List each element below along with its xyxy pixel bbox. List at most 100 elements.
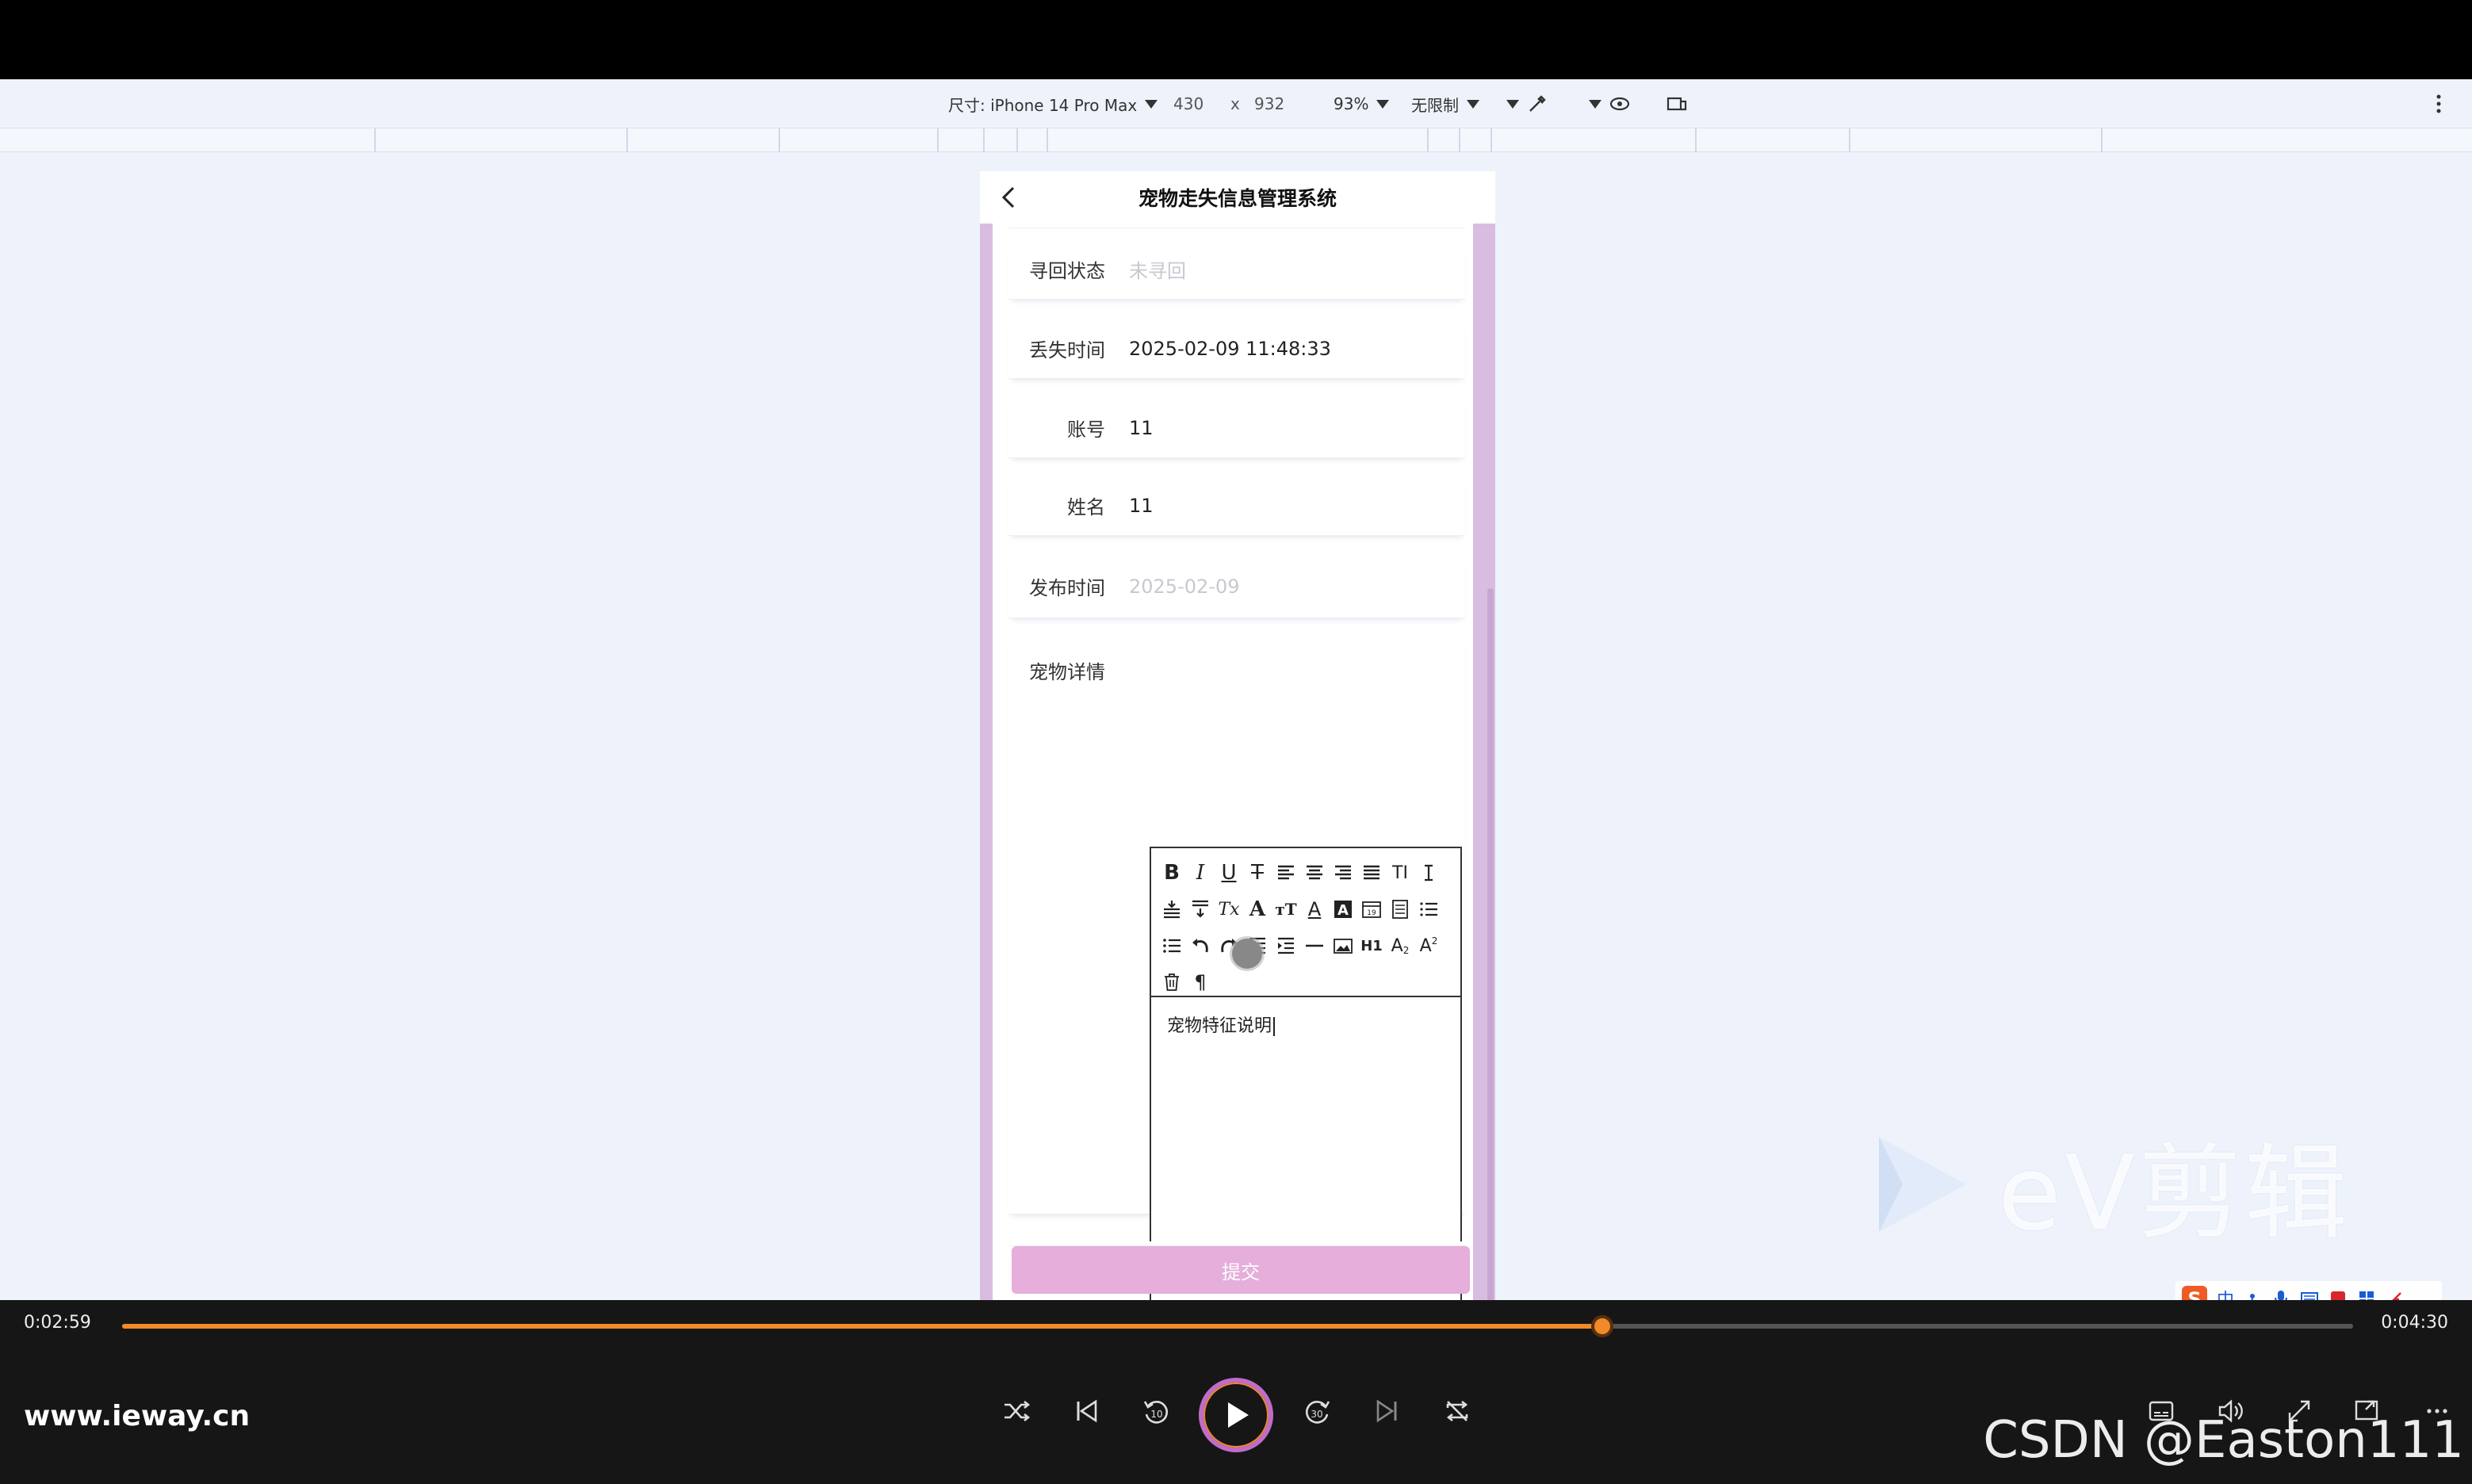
- back-arrow-icon[interactable]: [996, 184, 1023, 211]
- field-label: 宠物详情: [1029, 661, 1105, 683]
- insert-table-icon[interactable]: [1386, 895, 1414, 924]
- paragraph-spacing-before-icon[interactable]: [1158, 895, 1186, 924]
- bold-icon[interactable]: B: [1158, 859, 1186, 887]
- zoom-select[interactable]: 93%: [1334, 79, 1390, 128]
- rich-text-editor[interactable]: B I U T TI Tx A ᴛT A A 19 H1 A 2 A 2 ¶ 宠…: [1150, 847, 1462, 1300]
- progress-bar[interactable]: [122, 1315, 2353, 1337]
- paragraph-mark-icon[interactable]: ¶: [1186, 968, 1215, 996]
- csdn-watermark: CSDN @Easton111: [1983, 1411, 2464, 1470]
- chevron-down-icon: [1506, 99, 1519, 109]
- line-height-icon[interactable]: [1414, 859, 1443, 887]
- field-label: 发布时间: [1029, 577, 1105, 599]
- paragraph-spacing-after-icon[interactable]: [1186, 895, 1215, 924]
- field-label: 丢失时间: [1029, 339, 1105, 361]
- insert-image-icon[interactable]: [1329, 931, 1357, 960]
- ev-watermark: eV剪辑: [1871, 1110, 2351, 1259]
- previous-button[interactable]: [1064, 1389, 1108, 1433]
- heading-icon[interactable]: H1: [1357, 931, 1386, 960]
- font-color-icon[interactable]: A: [1300, 895, 1329, 924]
- ev-logo-icon: [1879, 1137, 1966, 1232]
- editor-content[interactable]: 宠物特征说明: [1167, 1012, 1276, 1037]
- subscript-icon[interactable]: A2: [1386, 931, 1414, 960]
- clear-format-icon[interactable]: Tx: [1215, 895, 1243, 924]
- vision-menu[interactable]: [1589, 79, 1632, 128]
- svg-text:19: 19: [1367, 909, 1376, 917]
- next-button[interactable]: [1365, 1389, 1410, 1433]
- more-options-button[interactable]: [2434, 79, 2443, 128]
- unordered-list-icon[interactable]: [1158, 931, 1186, 960]
- insert-date-icon[interactable]: 19: [1357, 895, 1386, 924]
- forward-30-icon: 30: [1305, 1401, 1330, 1424]
- eye-icon: [1609, 97, 1630, 111]
- editor-text: 宠物特征说明: [1167, 1016, 1272, 1036]
- publish-time-input[interactable]: 2025-02-09: [1129, 555, 1239, 618]
- scrollbar-track[interactable]: [1484, 224, 1495, 1300]
- font-family-icon[interactable]: A: [1243, 895, 1272, 924]
- kebab-icon: [2436, 94, 2441, 113]
- media-query-ruler: [0, 128, 2472, 152]
- width-input[interactable]: 430: [1173, 79, 1203, 128]
- status-select[interactable]: 未寻回: [1129, 239, 1186, 299]
- sensor-menu[interactable]: [1506, 79, 1549, 128]
- form-row-status: 寻回状态 未寻回: [1008, 239, 1465, 300]
- italic-icon[interactable]: I: [1186, 859, 1215, 887]
- ruler-tick: [374, 128, 376, 152]
- align-left-icon[interactable]: [1272, 859, 1300, 887]
- ruler-tick: [626, 128, 628, 152]
- text-size-icon[interactable]: ᴛT: [1272, 895, 1300, 924]
- svg-text:30: 30: [1311, 1409, 1322, 1420]
- chevron-down-icon: [1589, 99, 1601, 109]
- ruler-tick: [983, 128, 985, 152]
- forward-30-button[interactable]: 30: [1295, 1389, 1340, 1433]
- page-title: 宠物走失信息管理系统: [1138, 187, 1337, 210]
- submit-button[interactable]: 提交: [1012, 1246, 1470, 1294]
- dimension-separator: x: [1230, 94, 1240, 113]
- play-button[interactable]: [1199, 1378, 1273, 1452]
- undo-icon[interactable]: [1186, 931, 1215, 960]
- name-input[interactable]: 11: [1129, 476, 1154, 535]
- svg-text:10: 10: [1150, 1409, 1162, 1420]
- ordered-list-icon[interactable]: [1414, 895, 1443, 924]
- site-link[interactable]: www.ieway.cn: [24, 1400, 250, 1432]
- skip-previous-icon: [1077, 1399, 1097, 1423]
- form-row-publish-time: 发布时间 2025-02-09: [1008, 555, 1465, 618]
- progress-handle[interactable]: [1590, 1315, 1613, 1337]
- strikethrough-icon[interactable]: T: [1243, 859, 1272, 887]
- ruler-tick: [2101, 128, 2103, 152]
- form-row-name: 姓名 11: [1008, 476, 1465, 536]
- ruler-tick: [1047, 128, 1048, 152]
- shuffle-button[interactable]: [994, 1389, 1039, 1433]
- repeat-button[interactable]: [1435, 1389, 1479, 1433]
- eyedropper-icon: [1529, 95, 1546, 112]
- align-right-icon[interactable]: [1329, 859, 1357, 887]
- video-player-controls: 0:02:59 0:04:30 www.ieway.cn 10 30 CSDN …: [0, 1300, 2472, 1484]
- align-center-icon[interactable]: [1300, 859, 1329, 887]
- chevron-down-icon: [1376, 99, 1390, 109]
- height-input[interactable]: 932: [1254, 79, 1284, 128]
- superscript-icon[interactable]: A2: [1414, 931, 1443, 960]
- align-justify-icon[interactable]: [1357, 859, 1386, 887]
- rotate-button[interactable]: [1665, 79, 1689, 128]
- lost-time-input[interactable]: 2025-02-09 11:48:33: [1129, 319, 1331, 378]
- indent-icon[interactable]: [1272, 931, 1300, 960]
- letterbox-top: [0, 0, 2472, 79]
- rewind-10-button[interactable]: 10: [1134, 1389, 1178, 1433]
- trash-icon[interactable]: [1158, 968, 1186, 996]
- background-color-icon[interactable]: A: [1329, 895, 1357, 924]
- throttle-select[interactable]: 无限制: [1411, 79, 1479, 128]
- touch-cursor-indicator: [1232, 939, 1262, 969]
- horizontal-rule-icon[interactable]: [1300, 931, 1329, 960]
- scrollbar-thumb[interactable]: [1487, 588, 1494, 1300]
- app-header: 宠物走失信息管理系统: [980, 171, 1495, 224]
- ruler-tick: [1016, 128, 1018, 152]
- field-label: 账号: [1067, 419, 1105, 441]
- field-label: 姓名: [1067, 496, 1105, 518]
- font-size-icon[interactable]: TI: [1386, 859, 1414, 887]
- play-icon: [1228, 1402, 1249, 1428]
- device-select[interactable]: 尺寸: iPhone 14 Pro Max: [948, 79, 1158, 128]
- ruler-tick: [1427, 128, 1429, 152]
- account-input[interactable]: 11: [1129, 398, 1154, 457]
- underline-icon[interactable]: U: [1215, 859, 1243, 887]
- shuffle-icon: [1004, 1400, 1031, 1422]
- device-toolbar: 尺寸: iPhone 14 Pro Max 430 x 932 93% 无限制: [0, 79, 2472, 128]
